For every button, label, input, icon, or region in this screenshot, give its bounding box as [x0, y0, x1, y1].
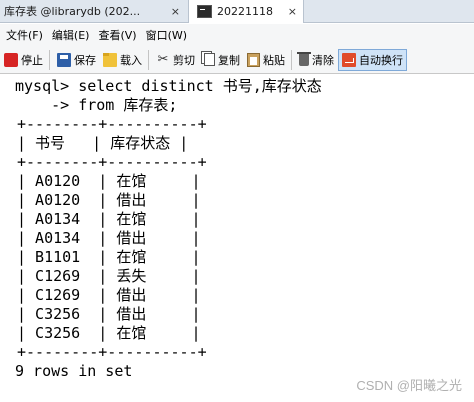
tab-console[interactable]: 20221118 × [188, 0, 304, 23]
table-row: | A0120 | 在馆 | [17, 172, 201, 190]
sql-prompt-line: mysql> select distinct 书号,库存状态 [15, 77, 322, 95]
toolbar: 停止 保存 载入 ✂ 剪切 复制 粘贴 清除 自动换行 [0, 46, 474, 74]
tab-label: 库存表 @librarydb (202... [4, 5, 141, 18]
toolbar-divider [291, 49, 292, 70]
menu-file[interactable]: 文件(F) [2, 27, 47, 43]
paste-button[interactable]: 粘贴 [244, 49, 288, 71]
menu-edit[interactable]: 编辑(E) [48, 27, 94, 43]
menu-view[interactable]: 查看(V) [94, 27, 140, 43]
paste-label: 粘贴 [263, 53, 285, 67]
table-row: | A0120 | 借出 | [17, 191, 201, 209]
clear-label: 清除 [312, 53, 334, 67]
table-border: +--------+----------+ [17, 115, 207, 133]
stop-button[interactable]: 停止 [1, 49, 46, 71]
console-output[interactable]: mysql> select distinct 书号,库存状态 -> from 库… [0, 75, 474, 402]
table-row: | B1101 | 在馆 | [17, 248, 201, 266]
folder-icon [103, 52, 117, 67]
close-icon[interactable]: × [171, 5, 180, 18]
table-row: | C1269 | 丢失 | [17, 267, 201, 285]
menu-window[interactable]: 窗口(W) [142, 27, 191, 43]
word-wrap-label: 自动换行 [359, 53, 403, 67]
cut-button[interactable]: ✂ 剪切 [153, 49, 198, 71]
table-row: | C3256 | 借出 | [17, 305, 201, 323]
wrap-icon [342, 52, 356, 67]
load-button[interactable]: 载入 [100, 49, 145, 71]
tab-label: 20221118 [217, 5, 273, 18]
table-border: +--------+----------+ [17, 343, 207, 361]
sql-continuation-line: -> from 库存表; [15, 96, 178, 114]
load-label: 载入 [120, 53, 142, 67]
copy-icon [204, 53, 215, 66]
save-label: 保存 [74, 53, 96, 67]
close-icon[interactable]: × [288, 5, 297, 18]
toolbar-divider [49, 49, 50, 70]
paste-icon [247, 52, 260, 67]
trash-icon [297, 52, 311, 66]
copy-button[interactable]: 复制 [199, 49, 243, 71]
table-header: | 书号 | 库存状态 | [17, 134, 189, 152]
save-icon [57, 52, 71, 67]
table-row: | A0134 | 在馆 | [17, 210, 201, 228]
result-summary: 9 rows in set [15, 362, 133, 380]
table-border: +--------+----------+ [17, 153, 207, 171]
toolbar-divider [148, 49, 149, 70]
table-row: | C3256 | 在馆 | [17, 324, 201, 342]
table-row: | C1269 | 借出 | [17, 286, 201, 304]
cut-label: 剪切 [173, 53, 195, 67]
clear-button[interactable]: 清除 [296, 49, 337, 71]
stop-label: 停止 [21, 53, 43, 67]
stop-icon [4, 52, 18, 67]
copy-label: 复制 [218, 53, 240, 67]
scissors-icon: ✂ [157, 51, 169, 67]
terminal-icon [197, 5, 212, 18]
word-wrap-toggle[interactable]: 自动换行 [338, 48, 407, 71]
menu-bar: 文件(F) 编辑(E) 查看(V) 窗口(W) [0, 24, 474, 46]
watermark: CSDN @阳曦之光 [356, 378, 462, 393]
tab-bar: 库存表 @librarydb (202... × 20221118 × [0, 0, 474, 23]
save-button[interactable]: 保存 [54, 49, 99, 71]
table-row: | A0134 | 借出 | [17, 229, 201, 247]
tab-table-editor[interactable]: 库存表 @librarydb (202... × [0, 0, 186, 22]
